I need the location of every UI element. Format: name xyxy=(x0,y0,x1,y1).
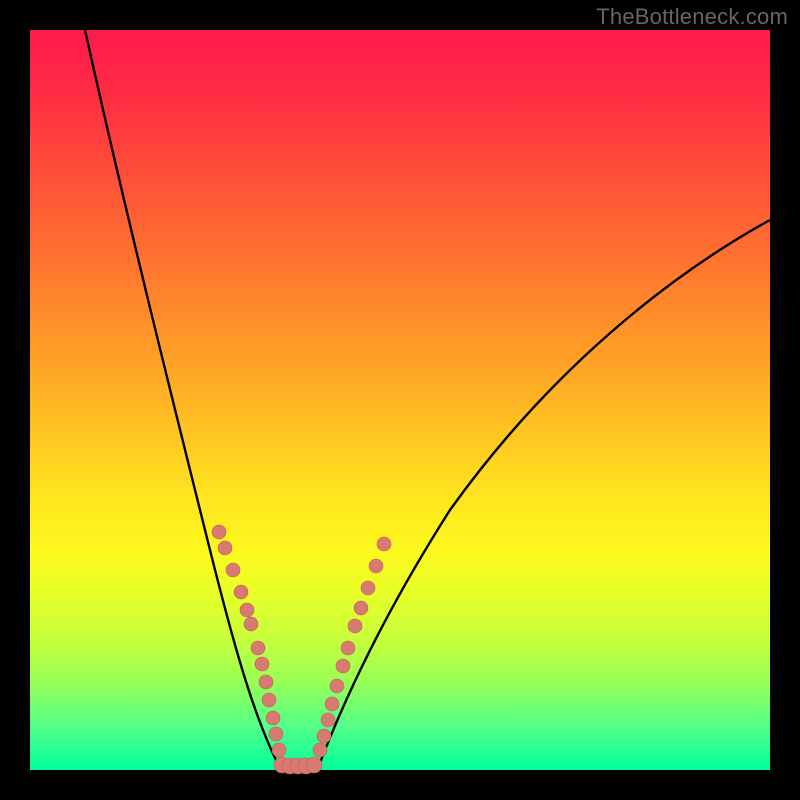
chart-frame: TheBottleneck.com xyxy=(0,0,800,800)
right-curve xyxy=(318,220,770,768)
beads-right xyxy=(313,537,391,757)
watermark-text: TheBottleneck.com xyxy=(596,4,788,30)
plot-area xyxy=(30,30,770,770)
left-curve xyxy=(85,30,280,768)
beads-left-real xyxy=(212,525,286,757)
beads-bottom xyxy=(274,757,322,774)
curve-layer xyxy=(30,30,770,770)
